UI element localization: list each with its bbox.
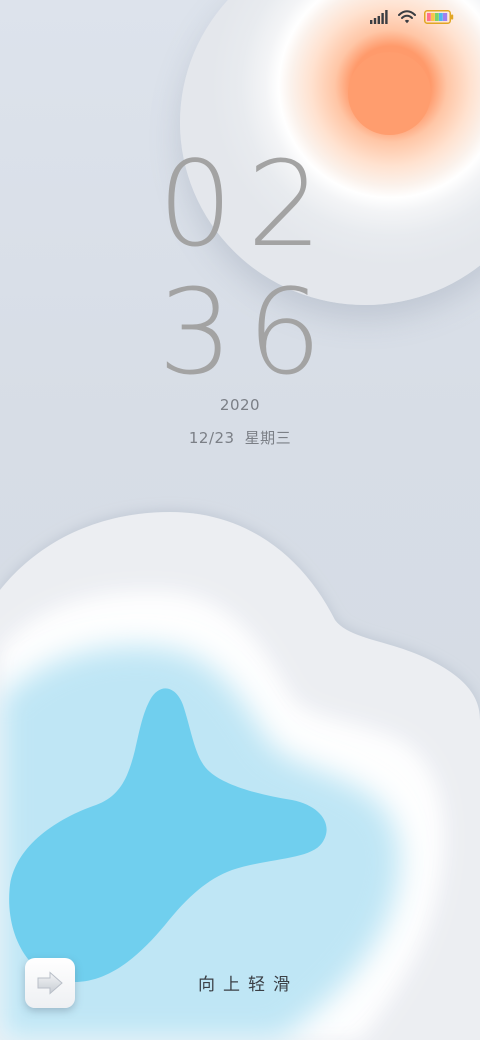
date-month-day: 12/23 <box>188 429 235 447</box>
clock-minutes: 36 <box>157 263 337 401</box>
date-year: 2020 <box>219 396 261 414</box>
status-bar <box>370 10 454 24</box>
date-weekday: 星期三 <box>244 429 292 447</box>
lock-screen: 02 36 2020 12/23 星期三 向上轻滑 <box>0 0 480 1040</box>
swipe-up-hint[interactable]: 向上轻滑 <box>0 970 480 995</box>
signal-bars-icon <box>370 10 388 24</box>
lock-clock: 02 36 <box>0 140 480 396</box>
wifi-icon <box>398 10 416 24</box>
date-line: 12/23 星期三 <box>0 427 480 448</box>
clock-hours: 02 <box>157 135 337 273</box>
battery-icon <box>424 10 454 24</box>
